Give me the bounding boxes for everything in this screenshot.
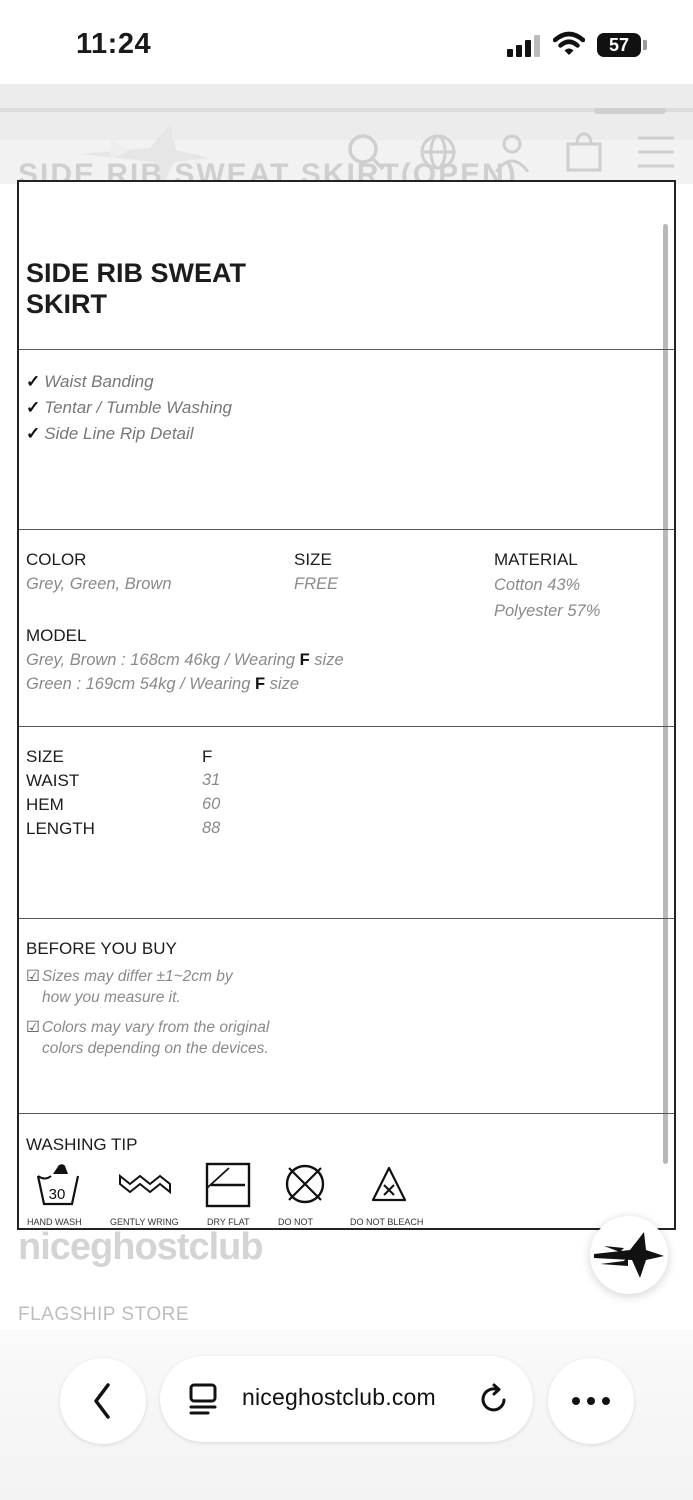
back-button[interactable]: [60, 1358, 146, 1444]
size-row-value: 88: [202, 819, 221, 837]
model-line: Green : 169cm 54kg / Wearing F size: [26, 675, 300, 693]
checkbox-icon: ☑: [26, 968, 40, 985]
address-bar[interactable]: niceghostclub.com: [160, 1356, 533, 1442]
browser-toolbar: niceghostclub.com: [0, 1330, 693, 1500]
info-section: COLOR Grey, Green, Brown SIZE FREE MATER…: [19, 530, 674, 727]
size-value: FREE: [294, 575, 339, 593]
feature-item: ✓ Side Line Rip Detail: [26, 424, 194, 443]
menu-icon[interactable]: [636, 132, 676, 172]
dry-flat-icon: [205, 1162, 251, 1208]
size-row-value: 31: [202, 771, 221, 789]
before-you-buy-title: BEFORE YOU BUY: [26, 939, 177, 958]
wifi-icon: [553, 31, 585, 55]
material-value: Cotton 43%: [494, 576, 581, 594]
color-label: COLOR: [26, 550, 87, 569]
flagship-store-link[interactable]: FLAGSHIP STORE: [18, 1304, 189, 1326]
cellular-signal-icon: [507, 35, 541, 57]
status-time: 11:24: [76, 28, 152, 60]
more-icon: [572, 1397, 610, 1405]
chevron-left-icon: [94, 1383, 110, 1419]
size-row-label: WAIST: [26, 771, 80, 790]
svg-text:30: 30: [49, 1186, 66, 1203]
gently-wring-icon: [119, 1173, 171, 1195]
cart-icon[interactable]: [564, 132, 604, 172]
battery-indicator: 57: [597, 33, 641, 57]
model-label: MODEL: [26, 626, 87, 645]
model-line: Grey, Brown : 168cm 46kg / Wearing F siz…: [26, 651, 344, 669]
page-menu-icon[interactable]: [188, 1382, 218, 1416]
star-logo-icon: [594, 1232, 664, 1278]
size-label: SIZE: [294, 550, 332, 569]
more-button[interactable]: [548, 1358, 634, 1444]
floating-star-button[interactable]: [590, 1216, 668, 1294]
status-bar: 11:24 57: [0, 0, 693, 84]
battery-nub: [643, 40, 647, 50]
reload-icon[interactable]: [478, 1383, 510, 1415]
do-not-icon: [285, 1164, 325, 1204]
size-row-label: LENGTH: [26, 819, 95, 838]
url-text: niceghostclub.com: [242, 1384, 436, 1410]
size-row-label: HEM: [26, 795, 64, 814]
hand-wash-icon: 30: [36, 1164, 80, 1206]
washing-tip-title: WASHING TIP: [26, 1135, 138, 1154]
size-table-header-value: F: [202, 747, 213, 766]
features-section: ✓ Waist Banding ✓ Tentar / Tumble Washing …: [19, 350, 674, 530]
material-value: Polyester 57%: [494, 602, 601, 620]
notice-item: ☑ Colors may vary from the original color…: [26, 1019, 270, 1057]
feature-item: ✓ Tentar / Tumble Washing: [26, 398, 232, 417]
size-row-value: 60: [202, 795, 221, 813]
size-table-header-label: SIZE: [26, 747, 64, 766]
product-title: SIDE RIB SWEAT SKIRT: [26, 258, 247, 319]
header-divider: [0, 108, 693, 112]
before-you-buy-section: BEFORE YOU BUY ☑ Sizes may differ ±1~2cm …: [19, 919, 674, 1114]
notice-item: ☑ Sizes may differ ±1~2cm by how you meas…: [26, 968, 233, 1006]
material-label: MATERIAL: [494, 550, 578, 569]
title-section: SIDE RIB SWEAT SKIRT: [19, 182, 674, 350]
site-header: SIDE RIB SWEAT SKIRT(OPEN): [0, 84, 693, 184]
page-scroll-indicator: [594, 108, 666, 114]
checkbox-icon: ☑: [26, 1019, 40, 1036]
feature-item: ✓ Waist Banding: [26, 372, 154, 391]
color-value: Grey, Green, Brown: [26, 575, 172, 593]
size-table-section: SIZE F WAIST 31 HEM 60 LENGTH 88: [19, 727, 674, 919]
do-not-bleach-icon: [371, 1166, 407, 1202]
product-detail-popup[interactable]: SIDE RIB SWEAT SKIRT ✓ Waist Banding ✓ Ten…: [17, 180, 676, 1230]
brand-wordmark: niceghostclub: [18, 1226, 264, 1268]
wash-caption: DO NOT BLEACH: [350, 1217, 424, 1227]
wash-caption: DO NOT: [278, 1217, 313, 1227]
